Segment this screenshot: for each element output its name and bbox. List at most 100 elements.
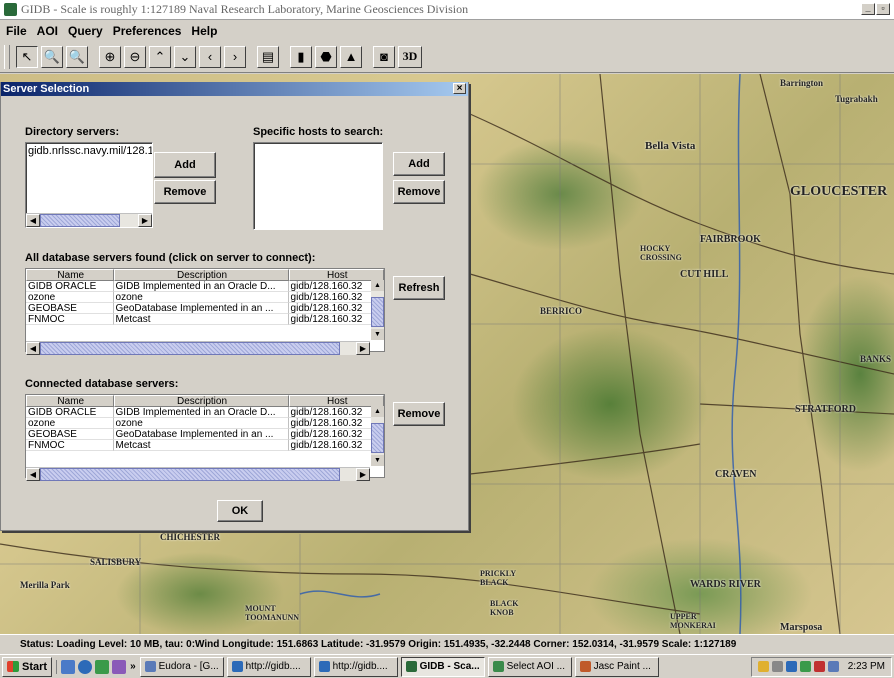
- scroll-right-arrow-icon[interactable]: ▶: [138, 214, 152, 227]
- connected-servers-hscrollbar[interactable]: ◀ ▶: [26, 467, 370, 481]
- dialog-close-button[interactable]: ×: [453, 83, 466, 94]
- table-row[interactable]: ozone ozone gidb/128.160.32: [26, 418, 384, 429]
- warning-triangle-icon[interactable]: ▲: [340, 45, 362, 68]
- directory-add-button[interactable]: Add: [154, 152, 216, 178]
- network-icon[interactable]: [95, 659, 110, 674]
- specific-hosts-list[interactable]: [253, 142, 383, 230]
- scroll-thumb[interactable]: [40, 468, 340, 481]
- taskbar-task-button[interactable]: http://gidb....: [226, 656, 311, 677]
- scroll-left-arrow-icon[interactable]: ◀: [26, 214, 40, 227]
- scroll-right-arrow-icon[interactable]: ▶: [356, 468, 370, 481]
- column-header-host[interactable]: Host: [288, 395, 384, 407]
- scroll-right-arrow-icon[interactable]: ▶: [356, 342, 370, 355]
- show-desktop-icon[interactable]: [61, 659, 76, 674]
- all-servers-table[interactable]: Name Description Host GIDB ORACLE GIDB Im…: [25, 268, 385, 352]
- start-button[interactable]: Start: [2, 656, 53, 677]
- quick-launch-more-icon[interactable]: »: [130, 661, 136, 672]
- name-cell: ozone: [26, 418, 114, 429]
- camera-icon[interactable]: ◙: [373, 45, 395, 68]
- toolbar-grip[interactable]: [4, 44, 10, 69]
- dialog-title-bar[interactable]: Server Selection ×: [1, 82, 468, 96]
- table-row[interactable]: GIDB ORACLE GIDB Implemented in an Oracle…: [26, 281, 384, 292]
- restore-button[interactable]: ▫: [876, 3, 890, 15]
- tray-network-icon[interactable]: [785, 661, 797, 672]
- zoom-out-icon[interactable]: ⊖: [124, 45, 146, 68]
- zoom-in-icon[interactable]: ⊕: [99, 45, 121, 68]
- list-item[interactable]: gidb.nrlssc.navy.mil/128.16: [26, 143, 152, 159]
- tray-volume-icon[interactable]: [771, 661, 783, 672]
- table-row[interactable]: FNMOC Metcast gidb/128.160.32: [26, 314, 384, 325]
- table-row[interactable]: GIDB ORACLE GIDB Implemented in an Oracle…: [26, 407, 384, 418]
- scroll-up-arrow-icon[interactable]: ▲: [371, 280, 384, 291]
- specific-add-button[interactable]: Add: [393, 152, 445, 176]
- connected-servers-table[interactable]: Name Description Host GIDB ORACLE GIDB Im…: [25, 394, 385, 478]
- stop-sign-icon[interactable]: ⬣: [315, 45, 337, 68]
- map-label-wards-river: WARDS RIVER: [690, 579, 761, 590]
- specific-remove-button[interactable]: Remove: [393, 180, 445, 204]
- tray-warning-icon[interactable]: [757, 661, 769, 672]
- taskbar-task-button[interactable]: Jasc Paint ...: [574, 656, 659, 677]
- internet-explorer-icon[interactable]: [78, 659, 93, 674]
- directory-servers-list[interactable]: gidb.nrlssc.navy.mil/128.16 ◀ ▶: [25, 142, 153, 228]
- tray-app-icon[interactable]: [799, 661, 811, 672]
- menu-query[interactable]: Query: [68, 24, 103, 38]
- minimize-button[interactable]: _: [861, 3, 875, 15]
- arrow-pointer-icon[interactable]: ↖: [16, 45, 38, 68]
- table-row[interactable]: ozone ozone gidb/128.160.32: [26, 292, 384, 303]
- taskbar-task-button[interactable]: Select AOI ...: [487, 656, 572, 677]
- taskbar-task-button[interactable]: GIDB - Sca...: [400, 656, 485, 677]
- description-cell: ozone: [113, 418, 289, 429]
- refresh-button[interactable]: Refresh: [393, 276, 445, 300]
- layers-icon[interactable]: ▤: [257, 45, 279, 68]
- description-cell: GeoDatabase Implemented in an ...: [113, 303, 289, 314]
- directory-hscrollbar[interactable]: ◀ ▶: [26, 213, 152, 227]
- column-header-description[interactable]: Description: [113, 395, 289, 407]
- taskbar-task-button[interactable]: Eudora - [G...: [139, 656, 224, 677]
- tray-monitor-icon[interactable]: [827, 661, 839, 672]
- column-header-name[interactable]: Name: [26, 395, 114, 407]
- chevron-down-icon[interactable]: ⌄: [174, 45, 196, 68]
- magnifier-icon[interactable]: 🔍: [66, 45, 88, 68]
- tray-security-icon[interactable]: [813, 661, 825, 672]
- menu-preferences[interactable]: Preferences: [113, 24, 182, 38]
- menu-file[interactable]: File: [6, 24, 27, 38]
- column-header-description[interactable]: Description: [113, 269, 289, 281]
- task-label: GIDB - Sca...: [419, 660, 480, 672]
- scroll-left-arrow-icon[interactable]: ◀: [26, 342, 40, 355]
- all-servers-hscrollbar[interactable]: ◀ ▶: [26, 341, 370, 355]
- chevron-right-icon[interactable]: ›: [224, 45, 246, 68]
- window-controls: _ ▫: [861, 3, 890, 15]
- magnifier-red-icon[interactable]: 🔍: [41, 45, 63, 68]
- three-d-button[interactable]: 3D: [398, 45, 422, 68]
- directory-remove-button[interactable]: Remove: [154, 180, 216, 204]
- host-cell: gidb/128.160.32: [288, 314, 384, 325]
- scroll-down-arrow-icon[interactable]: ▼: [371, 455, 384, 466]
- menu-aoi[interactable]: AOI: [37, 24, 58, 38]
- scroll-thumb[interactable]: [40, 342, 340, 355]
- chevron-left-icon[interactable]: ‹: [199, 45, 221, 68]
- chevron-up-icon[interactable]: ⌃: [149, 45, 171, 68]
- door-exit-icon[interactable]: ▮: [290, 45, 312, 68]
- connected-remove-button[interactable]: Remove: [393, 402, 445, 426]
- table-row[interactable]: GEOBASE GeoDatabase Implemented in an ...…: [26, 429, 384, 440]
- table-row[interactable]: GEOBASE GeoDatabase Implemented in an ...…: [26, 303, 384, 314]
- taskbar-task-button[interactable]: http://gidb....: [313, 656, 398, 677]
- scroll-thumb[interactable]: [371, 297, 384, 327]
- scroll-down-arrow-icon[interactable]: ▼: [371, 329, 384, 340]
- all-servers-vscrollbar[interactable]: ▲ ▼: [371, 280, 384, 340]
- map-label-merilla-park: Merilla Park: [20, 580, 70, 590]
- scroll-thumb[interactable]: [371, 423, 384, 453]
- table-row[interactable]: FNMOC Metcast gidb/128.160.32: [26, 440, 384, 451]
- task-label: http://gidb....: [332, 660, 388, 672]
- connected-servers-vscrollbar[interactable]: ▲ ▼: [371, 406, 384, 466]
- media-icon[interactable]: [112, 659, 127, 674]
- menu-help[interactable]: Help: [191, 24, 217, 38]
- map-label-cut-hill: CUT HILL: [680, 269, 729, 280]
- column-header-host[interactable]: Host: [288, 269, 384, 281]
- scroll-thumb[interactable]: [40, 214, 120, 227]
- scroll-up-arrow-icon[interactable]: ▲: [371, 406, 384, 417]
- column-header-name[interactable]: Name: [26, 269, 114, 281]
- ok-button[interactable]: OK: [217, 500, 263, 522]
- scroll-left-arrow-icon[interactable]: ◀: [26, 468, 40, 481]
- task-label: http://gidb....: [245, 660, 301, 672]
